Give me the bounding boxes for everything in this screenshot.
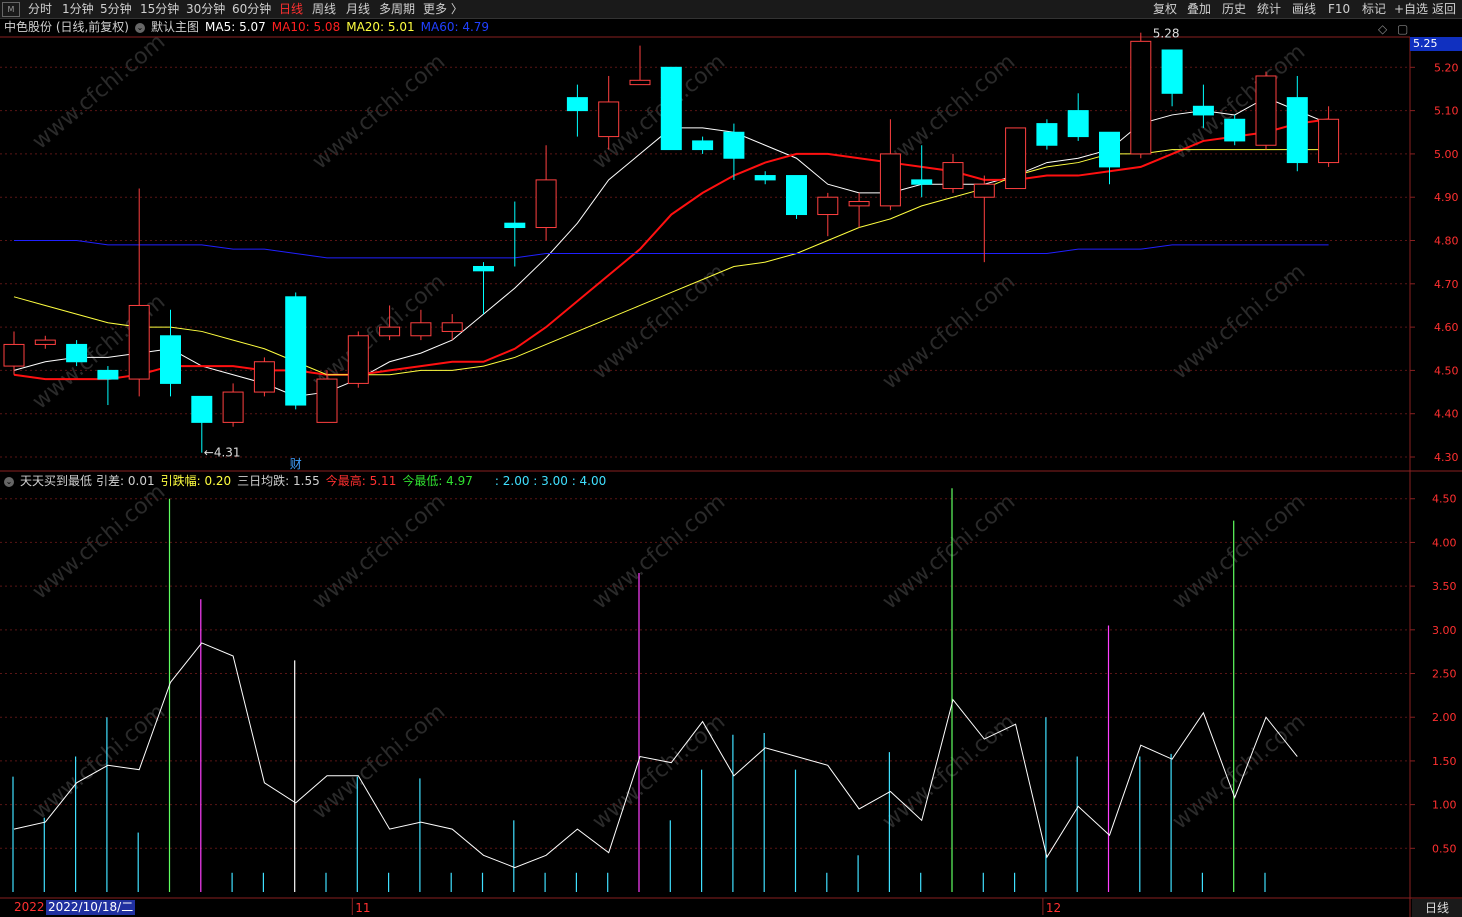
watermark-text: www.cfchi.com bbox=[588, 489, 730, 614]
y-tick-label: 2.50 bbox=[1432, 668, 1457, 681]
candle-body bbox=[34, 339, 56, 345]
watermark-text: www.cfchi.com bbox=[28, 699, 170, 824]
bottom-period-tab[interactable]: 日线 bbox=[1412, 899, 1462, 917]
candle-body bbox=[942, 162, 964, 190]
candle-body bbox=[504, 222, 526, 229]
candle-body bbox=[1099, 131, 1120, 168]
y-tick-label: 3.00 bbox=[1432, 624, 1457, 637]
candle-body bbox=[1224, 118, 1246, 142]
y-tick-label: 0.50 bbox=[1432, 842, 1457, 855]
candle-body bbox=[285, 296, 307, 406]
y-tick-label: 4.90 bbox=[1434, 191, 1459, 204]
y-tick-label: 4.30 bbox=[1434, 451, 1459, 464]
y-tick-label: 4.50 bbox=[1432, 493, 1457, 506]
candle-body bbox=[347, 335, 369, 384]
y-tick-label: 4.60 bbox=[1434, 321, 1459, 334]
y-tick-label: 3.50 bbox=[1432, 580, 1457, 593]
candle-body bbox=[566, 97, 588, 112]
candle-body bbox=[441, 322, 463, 332]
y-tick-label: 4.40 bbox=[1434, 408, 1459, 421]
watermark-text: www.cfchi.com bbox=[28, 479, 170, 604]
candle-body bbox=[1255, 75, 1277, 146]
y-tick-label: 4.00 bbox=[1432, 536, 1457, 549]
candle-body bbox=[879, 153, 901, 207]
indicator-line bbox=[13, 642, 1298, 869]
candle-body bbox=[598, 101, 620, 138]
candle-body bbox=[535, 179, 557, 229]
kline-chart[interactable]: www.cfchi.com www.cfchi.com www.cfchi.com w… bbox=[0, 0, 1462, 917]
candle-body bbox=[754, 175, 776, 181]
ma60-line bbox=[14, 240, 1329, 259]
candle-body bbox=[473, 265, 494, 272]
watermark-text: www.cfchi.com bbox=[1168, 259, 1310, 384]
y-tick-label: 5.20 bbox=[1434, 61, 1459, 74]
current-price-tag: 5.25 bbox=[1410, 37, 1462, 51]
y-tick-label: 4.70 bbox=[1434, 278, 1459, 291]
candle-body bbox=[723, 131, 745, 159]
date-prefix: 2022 bbox=[14, 900, 45, 914]
ma20-line bbox=[13, 149, 1329, 376]
candle-body bbox=[848, 201, 870, 207]
y-tick-label: 2.00 bbox=[1432, 711, 1457, 724]
candle-body bbox=[1161, 49, 1183, 94]
candle-body bbox=[3, 343, 25, 367]
cursor-date-tag: 2022/10/18/二 bbox=[46, 900, 136, 915]
watermark-text: www.cfchi.com bbox=[878, 269, 1020, 394]
candle-body bbox=[817, 196, 839, 216]
candle-body bbox=[629, 79, 651, 86]
candle-body bbox=[1130, 40, 1152, 155]
watermark-text: www.cfchi.com bbox=[878, 709, 1020, 834]
candle-body bbox=[97, 369, 119, 380]
candle-body bbox=[911, 179, 933, 185]
y-tick-label: 1.50 bbox=[1432, 755, 1457, 768]
y-tick-label: 5.00 bbox=[1434, 148, 1459, 161]
watermark-text: www.cfchi.com bbox=[1168, 489, 1310, 614]
candle-body bbox=[191, 395, 213, 423]
candle-body bbox=[66, 343, 88, 363]
candle-body bbox=[1286, 97, 1308, 164]
watermark-text: www.cfchi.com bbox=[878, 489, 1020, 614]
candle-body bbox=[1318, 118, 1340, 164]
low-price-label: ←4.31 bbox=[204, 446, 241, 460]
watermark-text: www.cfchi.com bbox=[588, 709, 730, 834]
watermark-text: www.cfchi.com bbox=[588, 259, 730, 384]
candle-body bbox=[1036, 123, 1058, 146]
watermark-text: www.cfchi.com bbox=[308, 49, 450, 174]
candle-body bbox=[128, 304, 150, 380]
y-tick-label: 1.00 bbox=[1432, 799, 1457, 812]
high-price-label: 5.28 bbox=[1153, 27, 1180, 41]
candle-body bbox=[660, 66, 682, 151]
candle-body bbox=[160, 335, 181, 384]
candle-body bbox=[316, 378, 338, 423]
watermark-text: www.cfchi.com bbox=[308, 489, 450, 614]
candle-body bbox=[786, 175, 807, 216]
watermark-text: www.cfchi.com bbox=[1168, 709, 1310, 834]
candle-body bbox=[410, 322, 432, 337]
y-tick-label: 4.80 bbox=[1434, 235, 1459, 248]
y-tick-label: 5.10 bbox=[1434, 105, 1459, 118]
candle-body bbox=[973, 183, 995, 198]
candle-body bbox=[222, 391, 244, 423]
candle-body bbox=[1192, 105, 1214, 116]
candle-body bbox=[379, 326, 401, 337]
candle-body bbox=[692, 140, 714, 151]
y-tick-label: 4.50 bbox=[1434, 364, 1459, 377]
month-label: 11 bbox=[355, 901, 370, 915]
candle-body bbox=[1067, 110, 1089, 138]
month-label: 12 bbox=[1046, 901, 1061, 915]
finance-event-label: 财 bbox=[290, 457, 302, 471]
watermark-text: www.cfchi.com bbox=[28, 29, 170, 154]
candle-body bbox=[253, 361, 275, 393]
watermark-text: www.cfchi.com bbox=[308, 699, 450, 824]
candle-body bbox=[1005, 127, 1027, 190]
